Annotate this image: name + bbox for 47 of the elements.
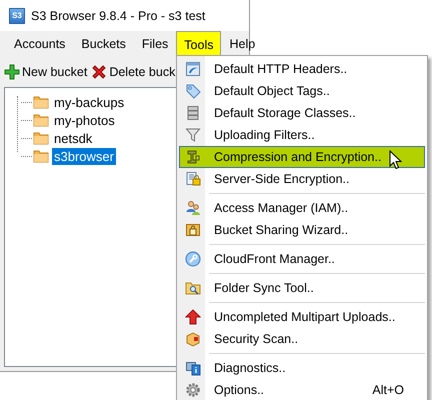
- users-icon: [185, 200, 201, 216]
- toolbar-button[interactable]: Delete buck: [91, 64, 176, 80]
- folder-icon: [33, 94, 49, 110]
- tree-item[interactable]: s3browser: [52, 148, 116, 164]
- menu-option[interactable]: Security Scan..: [179, 328, 425, 350]
- menu-option[interactable]: Folder Sync Tool..: [179, 277, 425, 299]
- tree-item[interactable]: netsdk: [52, 130, 94, 146]
- menu-option[interactable]: Options.. Alt+O: [179, 379, 425, 400]
- window-title: S3 Browser 9.8.4 - Pro - s3 test: [31, 8, 206, 22]
- menu-option[interactable]: Diagnostics..: [179, 357, 425, 379]
- menu-item[interactable]: Accounts: [6, 31, 74, 57]
- menu-option[interactable]: Uploading Filters..: [179, 124, 425, 146]
- clamp-icon: [185, 149, 201, 165]
- mouse-cursor-icon: [389, 150, 402, 170]
- plus-icon: [4, 64, 20, 80]
- menu-option[interactable]: Uncompleted Multipart Uploads..: [179, 306, 425, 328]
- monitor-info-icon: [185, 360, 201, 376]
- folder-icon: [33, 148, 49, 164]
- menu-item[interactable]: Buckets: [73, 31, 134, 57]
- menu-item[interactable]: Tools: [176, 31, 222, 57]
- menu-option[interactable]: Access Manager (IAM)..: [179, 197, 425, 219]
- menu-option[interactable]: Default HTTP Headers..: [179, 58, 425, 80]
- folder-icon: [33, 112, 49, 128]
- toolbar-button[interactable]: New bucket: [4, 64, 88, 80]
- menu-option[interactable]: Bucket Sharing Wizard..: [179, 219, 425, 241]
- wrench-icon: [185, 251, 201, 267]
- menu-option[interactable]: Server-Side Encryption..: [179, 168, 425, 190]
- box-icon: [185, 331, 201, 347]
- menu-option[interactable]: Default Storage Classes..: [179, 102, 425, 124]
- up-arrow-icon: [185, 309, 201, 325]
- menu-option[interactable]: CloudFront Manager..: [179, 248, 425, 270]
- tag-icon: [185, 83, 201, 99]
- tree-item[interactable]: my-backups: [52, 94, 126, 110]
- folder-search-icon: [185, 280, 201, 296]
- menu-item[interactable]: Help: [221, 31, 264, 57]
- funnel-icon: [185, 127, 201, 143]
- folder-icon: [33, 130, 49, 146]
- box-lock-icon: [185, 222, 201, 238]
- app-logo: S3: [9, 8, 25, 24]
- document-lock-icon: [185, 171, 201, 187]
- menu-option[interactable]: Default Object Tags..: [179, 80, 425, 102]
- database-stack-icon: [185, 105, 201, 121]
- cross-icon: [91, 64, 108, 80]
- browser-window-icon: [185, 61, 201, 77]
- menu-option[interactable]: Compression and Encryption..: [179, 146, 425, 168]
- menu-item[interactable]: Files: [134, 31, 176, 57]
- tree-item[interactable]: my-photos: [52, 112, 117, 128]
